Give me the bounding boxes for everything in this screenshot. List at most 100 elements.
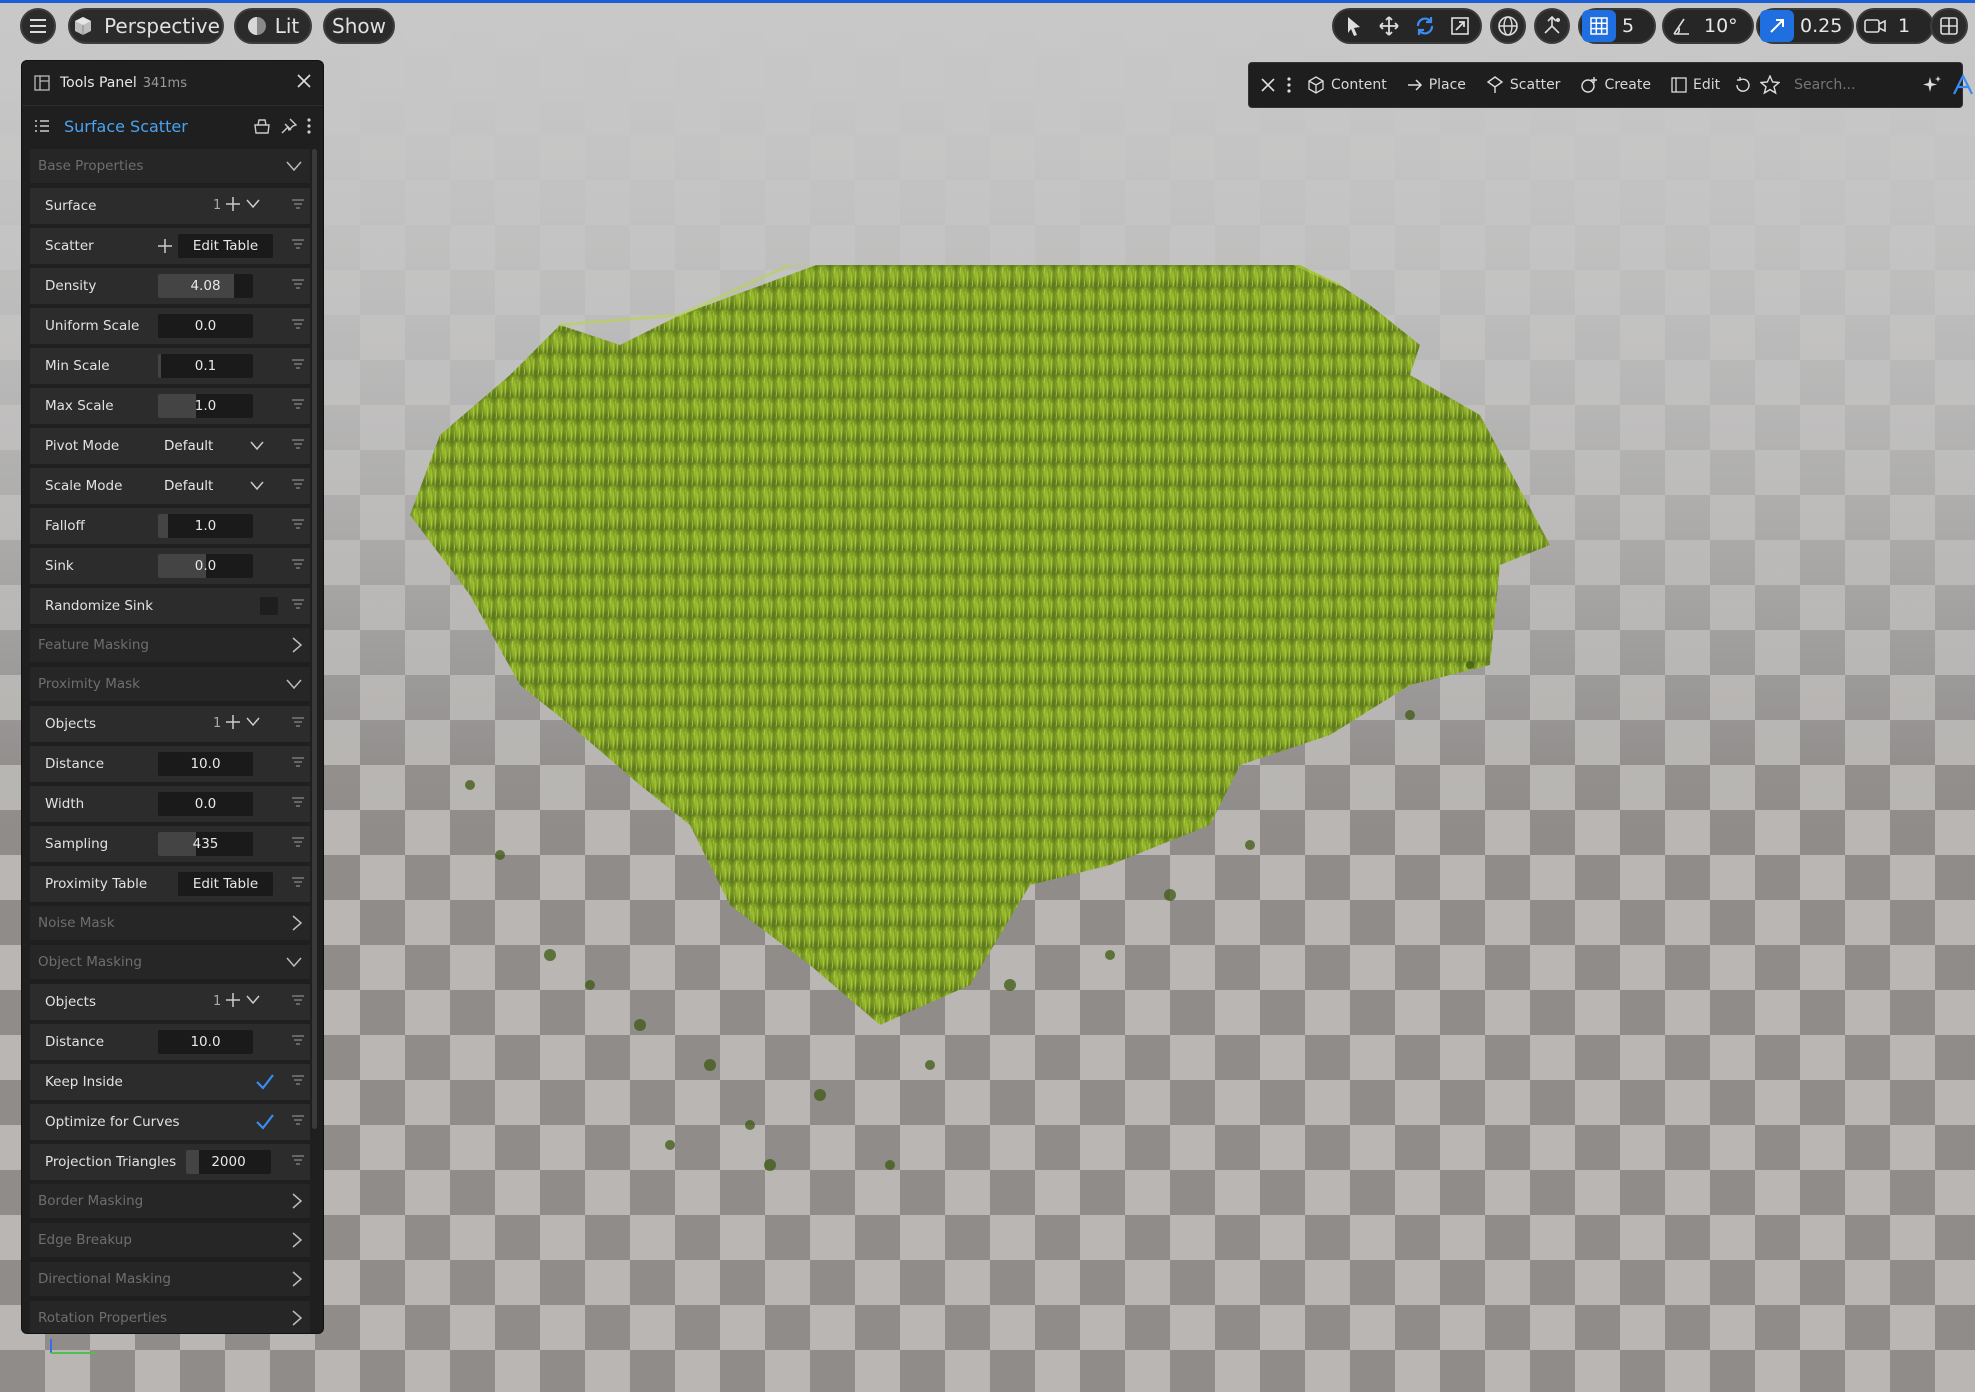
- favorites-button[interactable]: [1756, 75, 1784, 95]
- show-button[interactable]: Show: [323, 8, 395, 44]
- select-tool[interactable]: [1337, 10, 1371, 42]
- modeling-mode-button[interactable]: [1948, 74, 1975, 96]
- row-menu-icon[interactable]: [292, 836, 304, 848]
- mode-edit[interactable]: Edit: [1661, 77, 1730, 93]
- sink-field[interactable]: 0.0: [158, 554, 253, 578]
- history-button[interactable]: [1730, 76, 1756, 94]
- tool-search-input[interactable]: [1792, 76, 1917, 94]
- row-menu-icon[interactable]: [292, 876, 304, 888]
- row-proximity-sampling: Sampling 435: [30, 826, 310, 862]
- mode-scatter-label: Scatter: [1509, 77, 1561, 93]
- section-rotation-properties[interactable]: Rotation Properties: [30, 1301, 310, 1333]
- scale-mode-select[interactable]: Default: [158, 474, 278, 498]
- camera-speed-value[interactable]: 1: [1892, 15, 1916, 37]
- randomize-sink-checkbox[interactable]: [260, 597, 278, 615]
- panel-scrollbar[interactable]: [312, 149, 317, 1129]
- row-menu-icon[interactable]: [292, 558, 304, 570]
- row-menu-icon[interactable]: [292, 278, 304, 290]
- randomize-sink-label: Randomize Sink: [45, 598, 154, 614]
- mode-content[interactable]: Content: [1297, 76, 1397, 94]
- ai-assist-button[interactable]: [1916, 75, 1948, 95]
- row-menu-icon[interactable]: [292, 398, 304, 410]
- section-object-masking[interactable]: Object Masking: [30, 945, 310, 979]
- scatter-edit-table-button[interactable]: Edit Table: [178, 234, 273, 258]
- projection-field[interactable]: 2000: [186, 1150, 271, 1174]
- section-proximity-mask[interactable]: Proximity Mask: [30, 667, 310, 701]
- kebab-icon[interactable]: [307, 118, 311, 134]
- chevron-down-icon[interactable]: [246, 715, 260, 729]
- mode-place[interactable]: Place: [1397, 77, 1476, 93]
- grid-snap-value[interactable]: 5: [1616, 15, 1640, 37]
- row-menu-icon[interactable]: [292, 438, 304, 450]
- angle-snap-value[interactable]: 10°: [1698, 15, 1744, 37]
- chevron-down-icon[interactable]: [246, 197, 260, 211]
- proximity-width-value: 0.0: [194, 796, 217, 812]
- section-border-masking[interactable]: Border Masking: [30, 1184, 310, 1218]
- move-tool[interactable]: [1372, 10, 1406, 42]
- mode-scatter[interactable]: Scatter: [1476, 76, 1571, 94]
- object-masking-distance-field[interactable]: 10.0: [158, 1030, 253, 1054]
- min-scale-field[interactable]: 0.1: [158, 354, 253, 378]
- optimize-checkbox[interactable]: [255, 1112, 275, 1132]
- row-menu-icon[interactable]: [292, 238, 304, 250]
- pivot-mode-select[interactable]: Default: [158, 434, 278, 458]
- pin-icon[interactable]: [281, 118, 297, 134]
- perspective-button[interactable]: Perspective: [68, 8, 224, 44]
- row-menu-icon[interactable]: [292, 478, 304, 490]
- row-optimize-for-curves: Optimize for Curves: [30, 1104, 310, 1140]
- falloff-field[interactable]: 1.0: [158, 514, 253, 538]
- density-field[interactable]: 4.08: [158, 274, 253, 298]
- viewport-layout-button[interactable]: [1930, 8, 1968, 44]
- row-menu-icon[interactable]: [292, 598, 304, 610]
- plus-icon[interactable]: [158, 239, 172, 253]
- row-menu-icon[interactable]: [292, 518, 304, 530]
- world-local-toggle[interactable]: [1490, 8, 1526, 44]
- proximity-sampling-field[interactable]: 435: [158, 832, 253, 856]
- keep-inside-checkbox[interactable]: [255, 1072, 275, 1092]
- chevron-down-icon[interactable]: [246, 993, 260, 1007]
- viewport-menu-button[interactable]: [20, 8, 56, 44]
- mode-create[interactable]: Create: [1570, 76, 1661, 94]
- proximity-edit-table-button[interactable]: Edit Table: [178, 872, 273, 896]
- plus-icon[interactable]: [226, 197, 240, 211]
- rotate-tool[interactable]: [1408, 10, 1442, 42]
- max-scale-field[interactable]: 1.0: [158, 394, 253, 418]
- section-noise-mask[interactable]: Noise Mask: [30, 906, 310, 940]
- scale-tool[interactable]: [1443, 10, 1477, 42]
- plus-icon[interactable]: [226, 715, 240, 729]
- chevron-right-icon: [292, 915, 302, 931]
- grid-snap-toggle[interactable]: [1582, 10, 1616, 42]
- close-panel-button[interactable]: [297, 74, 311, 92]
- row-menu-icon[interactable]: [292, 318, 304, 330]
- proximity-distance-field[interactable]: 10.0: [158, 752, 253, 776]
- row-object-masking-objects: Objects 1: [30, 984, 310, 1020]
- scale-snap-toggle[interactable]: [1760, 10, 1794, 42]
- surface-snap-button[interactable]: [1534, 8, 1570, 44]
- row-menu-icon[interactable]: [292, 1154, 304, 1166]
- uniform-scale-field[interactable]: 0.0: [158, 314, 253, 338]
- camera-speed-toggle[interactable]: [1858, 10, 1892, 42]
- row-menu-icon[interactable]: [292, 198, 304, 210]
- section-edge-breakup[interactable]: Edge Breakup: [30, 1223, 310, 1257]
- object-masking-objects-count: 1: [213, 994, 222, 1009]
- section-base-properties[interactable]: Base Properties: [30, 149, 310, 183]
- presets-icon[interactable]: [253, 118, 271, 134]
- scale-snap-value[interactable]: 0.25: [1794, 15, 1848, 37]
- angle-snap-toggle[interactable]: [1664, 10, 1698, 42]
- close-toolbar-button[interactable]: [1249, 78, 1281, 92]
- row-menu-icon[interactable]: [292, 358, 304, 370]
- plus-icon[interactable]: [226, 993, 240, 1007]
- row-menu-icon[interactable]: [292, 716, 304, 728]
- row-menu-icon[interactable]: [292, 796, 304, 808]
- row-menu-icon[interactable]: [292, 1074, 304, 1086]
- row-menu-icon[interactable]: [292, 1114, 304, 1126]
- lit-button[interactable]: Lit: [234, 8, 312, 44]
- section-directional-masking[interactable]: Directional Masking: [30, 1262, 310, 1296]
- row-menu-icon[interactable]: [292, 1034, 304, 1046]
- row-menu-icon[interactable]: [292, 756, 304, 768]
- section-feature-masking[interactable]: Feature Masking: [30, 628, 310, 662]
- toolbar-options-button[interactable]: [1281, 77, 1297, 93]
- falloff-value: 1.0: [194, 518, 217, 534]
- proximity-width-field[interactable]: 0.0: [158, 792, 253, 816]
- row-menu-icon[interactable]: [292, 994, 304, 1006]
